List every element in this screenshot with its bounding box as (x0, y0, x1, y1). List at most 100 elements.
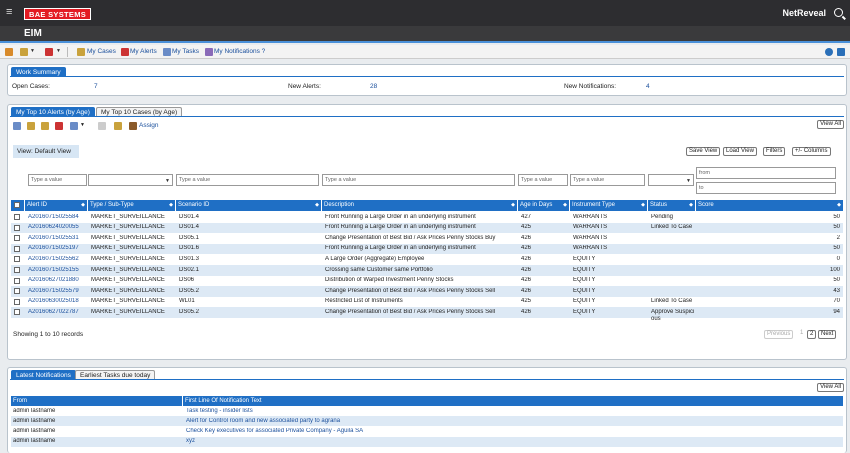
alert-id-link[interactable]: A20160715025531 (28, 235, 88, 241)
alert-id-link[interactable]: A20160627021880 (28, 277, 88, 283)
notification-text-link[interactable]: Check Key executives for associated Priv… (186, 428, 836, 434)
alert-id-link[interactable]: A20160624020055 (28, 224, 88, 230)
sort-icon: ◆ (837, 202, 841, 208)
open-cases-value[interactable]: 7 (94, 83, 98, 90)
row-checkbox[interactable] (14, 256, 20, 263)
filter-instrument[interactable]: Type a value (570, 174, 645, 186)
row-checkbox[interactable] (14, 235, 20, 242)
notification-text-link[interactable]: Task testing - insider lists (186, 408, 836, 414)
filter-score-to[interactable]: to (696, 182, 836, 194)
col-description[interactable]: Description ◆ (322, 200, 518, 211)
assign-icon[interactable] (129, 122, 137, 130)
refresh-icon[interactable] (837, 48, 845, 56)
load-view-button[interactable]: Load View (723, 147, 757, 156)
notification-text-link[interactable]: Alert for Control room and new associate… (186, 418, 836, 424)
my-alerts-link[interactable]: My Alerts (130, 48, 157, 55)
notification-text-link[interactable]: xyz (186, 438, 836, 444)
score-cell: 50 (833, 277, 840, 284)
row-checkbox[interactable] (14, 214, 20, 220)
col-instrument[interactable]: Instrument Type ◆ (570, 200, 648, 211)
col-notification-text[interactable]: First Line Of Notification Text (183, 396, 843, 406)
chevron-down-icon[interactable]: ▼ (56, 48, 61, 54)
filter-type-select[interactable]: ▼ (88, 174, 173, 186)
alert-id-link[interactable]: A20160630025018 (28, 298, 88, 304)
row-checkbox[interactable] (14, 277, 20, 284)
filter-score-from[interactable]: from (696, 167, 836, 179)
table-row[interactable]: A20160624020055 MARKET_SURVEILLANCE DS01.4… (11, 222, 843, 234)
table-row[interactable]: A20160715025579 MARKET_SURVEILLANCE DS05.2… (11, 286, 843, 297)
view-selector[interactable]: View: Default View (13, 145, 79, 158)
filter-description[interactable]: Type a value (322, 174, 515, 186)
page-1-button[interactable]: 1 (798, 330, 806, 339)
filter-alert-id[interactable]: Type a value (28, 174, 87, 186)
new-alert-icon[interactable] (13, 122, 21, 130)
alert-id-link[interactable]: A20160715025562 (28, 256, 88, 262)
search-icon[interactable] (834, 8, 843, 17)
list-item[interactable]: admin lastname Task testing - insider lis… (11, 406, 843, 416)
view-all-notifications-button[interactable]: View All (817, 383, 844, 392)
alert-id-link[interactable]: A20160627022787 (28, 309, 88, 315)
settings-icon[interactable] (825, 48, 833, 56)
list-item[interactable]: admin lastname xyz (11, 436, 843, 447)
list-item[interactable]: admin lastname Alert for Control room and… (11, 416, 843, 427)
alert-id-link[interactable]: A20160715025197 (28, 245, 88, 251)
col-status[interactable]: Status ◆ (648, 200, 696, 211)
col-score[interactable]: Score ◆ (696, 200, 843, 211)
col-scenario-id[interactable]: Scenario ID ◆ (176, 200, 322, 211)
new-notifications-value[interactable]: 4 (646, 83, 650, 90)
table-row[interactable]: A20160715025584 MARKET_SURVEILLANCE DS01.4… (11, 212, 843, 223)
table-row[interactable]: A20160627022787 MARKET_SURVEILLANCE DS05.2… (11, 307, 843, 322)
row-checkbox[interactable] (14, 267, 20, 273)
my-cases-link[interactable]: My Cases (87, 48, 116, 55)
table-row[interactable]: A20160715025531 MARKET_SURVEILLANCE DS05.1… (11, 233, 843, 244)
calendar-icon[interactable] (55, 122, 63, 130)
export-icon[interactable] (41, 122, 49, 130)
alert-flag-icon[interactable] (45, 48, 53, 56)
chevron-down-icon[interactable]: ▼ (80, 122, 85, 128)
list-item[interactable]: admin lastname Check Key executives for a… (11, 426, 843, 436)
col-alert-id[interactable]: Alert ID ◆ (25, 200, 88, 211)
next-page-button[interactable]: Next (818, 330, 837, 339)
row-checkbox[interactable] (14, 224, 20, 231)
my-notifications-link[interactable]: My Notifications ? (214, 48, 265, 55)
col-from[interactable]: From (11, 396, 183, 406)
assign-link[interactable]: Assign (139, 122, 159, 129)
row-checkbox[interactable] (14, 288, 20, 295)
score-cell: 50 (833, 224, 840, 231)
filter-scenario-id[interactable]: Type a value (176, 174, 319, 186)
page-2-button[interactable]: 2 (807, 330, 817, 339)
row-checkbox[interactable] (14, 309, 20, 316)
columns-button[interactable]: +/- Columns (792, 147, 831, 156)
table-row[interactable]: A20160630025018 MARKET_SURVEILLANCE WL01 Re… (11, 297, 843, 308)
table-row[interactable]: A20160715025155 MARKET_SURVEILLANCE DS02.1… (11, 265, 843, 276)
link-icon[interactable] (114, 122, 122, 130)
view-all-alerts-button[interactable]: View All (817, 120, 844, 129)
alert-id-link[interactable]: A20160715025584 (28, 214, 88, 220)
chevron-down-icon: ▼ (686, 178, 691, 184)
save-view-button[interactable]: Save View (686, 147, 721, 156)
filters-button[interactable]: Filters (763, 147, 786, 156)
table-row[interactable]: A20160715025197 MARKET_SURVEILLANCE DS01.6… (11, 243, 843, 255)
col-age[interactable]: Age in Days ◆ (518, 200, 570, 211)
filter-age[interactable]: Type a value (518, 174, 568, 186)
scenario-id-cell: DS05.1 (179, 234, 200, 241)
chevron-down-icon[interactable]: ▼ (30, 48, 35, 54)
col-type[interactable]: Type / Sub-Type ◆ (88, 200, 176, 211)
menu-icon[interactable]: ≡ (6, 7, 12, 18)
folder-icon[interactable] (20, 48, 28, 56)
alert-id-link[interactable]: A20160715025579 (28, 288, 88, 294)
table-row[interactable]: A20160627021880 MARKET_SURVEILLANCE DS06 Di… (11, 276, 843, 287)
type-cell: MARKET_SURVEILLANCE (91, 213, 165, 220)
previous-page-button[interactable]: Previous (764, 330, 794, 339)
bulk-action-icon[interactable] (70, 122, 78, 130)
filter-status-select[interactable]: ▼ (648, 174, 694, 186)
row-checkbox[interactable] (14, 245, 20, 252)
select-all-checkbox[interactable] (14, 202, 20, 208)
alert-id-link[interactable]: A20160715025155 (28, 267, 88, 273)
move-icon[interactable] (27, 122, 35, 130)
my-tasks-link[interactable]: My Tasks (172, 48, 199, 55)
row-checkbox[interactable] (14, 298, 20, 305)
table-row[interactable]: A20160715025562 MARKET_SURVEILLANCE DS01.3… (11, 254, 843, 265)
home-icon[interactable] (5, 48, 13, 56)
new-alerts-value[interactable]: 28 (370, 83, 377, 90)
